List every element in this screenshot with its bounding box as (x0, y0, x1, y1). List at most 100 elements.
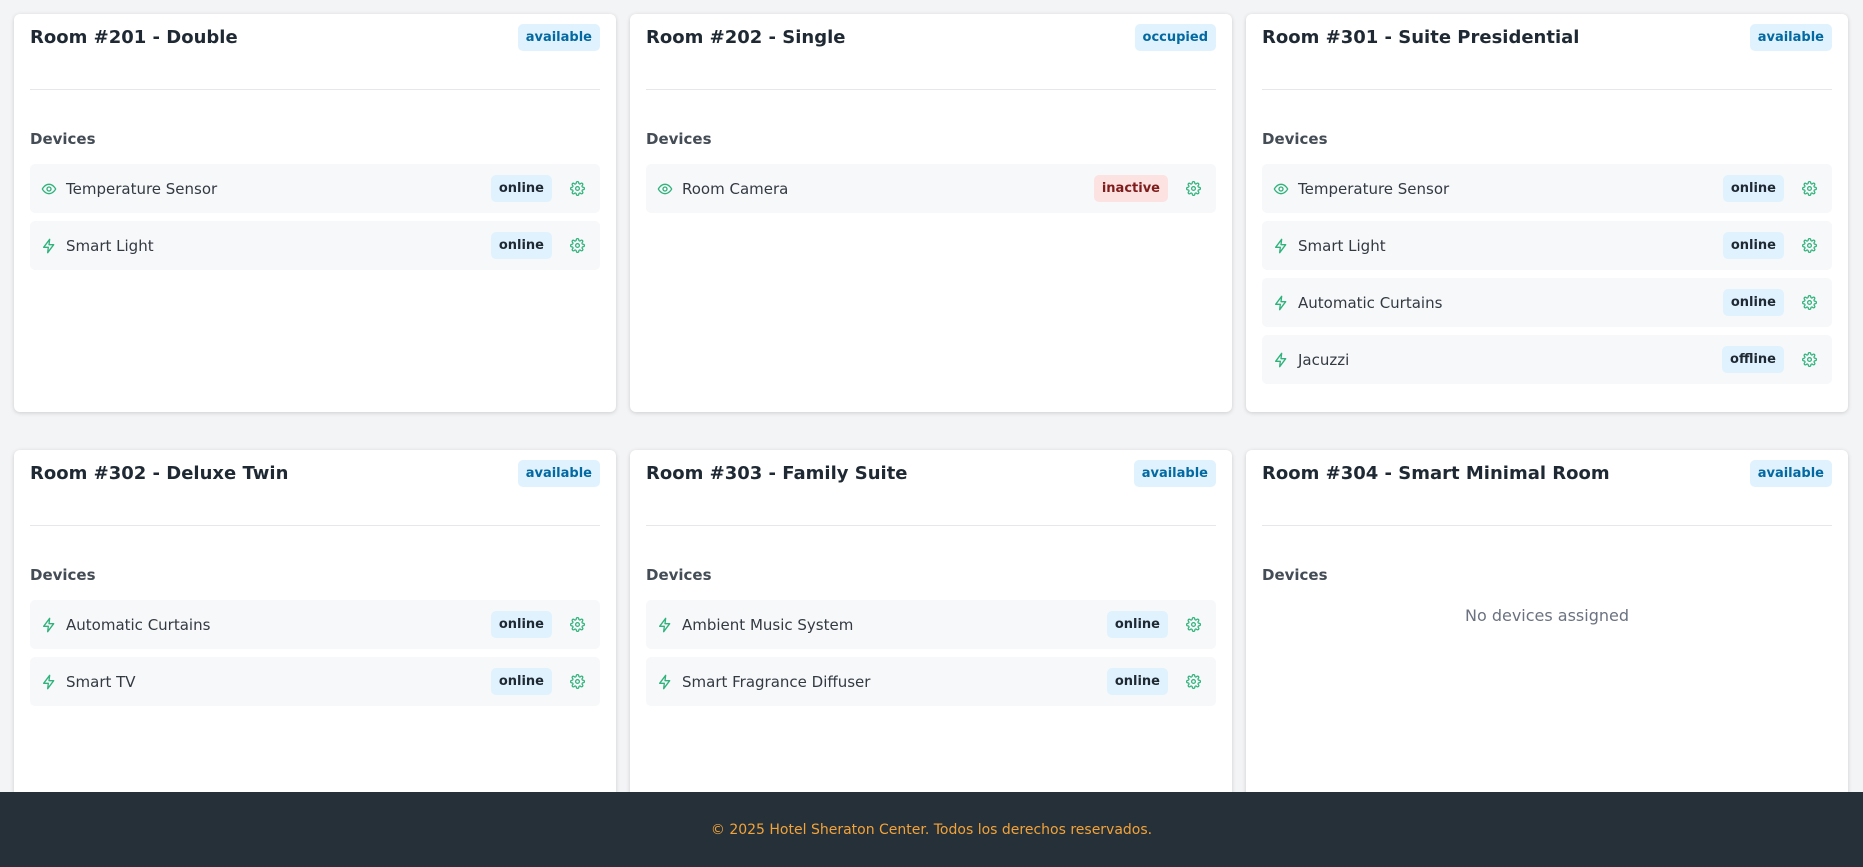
gear-icon (1801, 352, 1817, 367)
bolt-icon (1272, 351, 1290, 369)
device-name: Temperature Sensor (66, 179, 218, 198)
room-status-badge: available (1133, 460, 1216, 487)
bolt-icon (1272, 294, 1290, 312)
room-title: Room #201 - Double (30, 27, 238, 48)
device-status-badge: online (1722, 289, 1784, 316)
device-settings-button[interactable] (1800, 237, 1818, 255)
device-row: Temperature Sensor online (30, 164, 600, 213)
device-status-badge: online (1722, 232, 1784, 259)
device-status-badge: inactive (1093, 175, 1168, 202)
device-name: Automatic Curtains (1298, 293, 1443, 312)
device-row: Smart TV online (30, 657, 600, 706)
device-row: Smart Light online (30, 221, 600, 270)
room-title: Room #301 - Suite Presidential (1262, 27, 1580, 48)
bolt-icon (656, 616, 674, 634)
room-card: Room #304 - Smart Minimal Room available D… (1246, 450, 1848, 848)
eye-icon (656, 180, 674, 198)
device-settings-button[interactable] (568, 616, 586, 634)
gear-icon (569, 181, 585, 196)
bolt-icon (40, 237, 58, 255)
device-list: Automatic Curtains online Smart TV online (30, 600, 600, 706)
room-card-header: Room #304 - Smart Minimal Room available (1262, 450, 1832, 526)
device-settings-button[interactable] (568, 673, 586, 691)
device-status-badge: offline (1722, 346, 1784, 373)
room-status-badge: available (1749, 460, 1832, 487)
room-grid: Room #201 - Double available Devices Temper… (14, 14, 1848, 848)
device-row: Room Camera inactive (646, 164, 1216, 213)
devices-heading: Devices (1262, 566, 1328, 584)
devices-heading: Devices (30, 566, 96, 584)
device-status-badge: online (1106, 668, 1168, 695)
device-name: Smart TV (66, 672, 136, 691)
device-list: Temperature Sensor online Smart Light onlin… (30, 164, 600, 270)
device-status-badge: online (490, 611, 552, 638)
room-card: Room #202 - Single occupied Devices Room Ca… (630, 14, 1232, 412)
device-status-badge: online (1722, 175, 1784, 202)
device-name: Smart Light (1298, 236, 1386, 255)
bolt-icon (40, 673, 58, 691)
room-card-header: Room #201 - Double available (30, 14, 600, 90)
device-settings-button[interactable] (1800, 351, 1818, 369)
device-name: Smart Fragrance Diffuser (682, 672, 871, 691)
device-settings-button[interactable] (1800, 294, 1818, 312)
device-status-badge: online (490, 232, 552, 259)
device-name: Smart Light (66, 236, 154, 255)
device-row: Automatic Curtains online (30, 600, 600, 649)
devices-heading: Devices (646, 566, 712, 584)
room-card: Room #201 - Double available Devices Temper… (14, 14, 616, 412)
device-row: Jacuzzi offline (1262, 335, 1832, 384)
room-card-header: Room #303 - Family Suite available (646, 450, 1216, 526)
room-title: Room #302 - Deluxe Twin (30, 463, 289, 484)
device-row: Temperature Sensor online (1262, 164, 1832, 213)
gear-icon (1185, 181, 1201, 196)
device-settings-button[interactable] (1800, 180, 1818, 198)
device-settings-button[interactable] (568, 180, 586, 198)
device-status-badge: online (1106, 611, 1168, 638)
room-status-badge: available (1749, 24, 1832, 51)
bolt-icon (1272, 237, 1290, 255)
device-name: Room Camera (682, 179, 789, 198)
bolt-icon (40, 616, 58, 634)
bolt-icon (656, 673, 674, 691)
device-settings-button[interactable] (568, 237, 586, 255)
footer-copyright: © 2025 Hotel Sheraton Center. Todos los … (710, 821, 1153, 838)
eye-icon (1272, 180, 1290, 198)
device-list: Room Camera inactive (646, 164, 1216, 213)
room-title: Room #202 - Single (646, 27, 846, 48)
room-title: Room #303 - Family Suite (646, 463, 908, 484)
device-settings-button[interactable] (1184, 616, 1202, 634)
device-row: Smart Fragrance Diffuser online (646, 657, 1216, 706)
room-title: Room #304 - Smart Minimal Room (1262, 463, 1610, 484)
no-devices-message: No devices assigned (1464, 606, 1630, 625)
device-status-badge: online (490, 175, 552, 202)
room-card-header: Room #202 - Single occupied (646, 14, 1216, 90)
device-row: Ambient Music System online (646, 600, 1216, 649)
devices-heading: Devices (30, 130, 96, 148)
gear-icon (1801, 295, 1817, 310)
device-row: Automatic Curtains online (1262, 278, 1832, 327)
room-status-badge: available (517, 24, 600, 51)
device-row: Smart Light online (1262, 221, 1832, 270)
room-status-badge: occupied (1134, 24, 1216, 51)
devices-heading: Devices (1262, 130, 1328, 148)
device-list: Temperature Sensor online Smart Light onlin… (1262, 164, 1832, 384)
gear-icon (569, 238, 585, 253)
device-name: Temperature Sensor (1298, 179, 1450, 198)
gear-icon (1801, 181, 1817, 196)
gear-icon (1185, 674, 1201, 689)
gear-icon (569, 617, 585, 632)
room-card: Room #303 - Family Suite available Devices… (630, 450, 1232, 848)
device-name: Automatic Curtains (66, 615, 211, 634)
device-name: Ambient Music System (682, 615, 854, 634)
room-status-badge: available (517, 460, 600, 487)
device-name: Jacuzzi (1298, 350, 1350, 369)
devices-heading: Devices (646, 130, 712, 148)
device-list: Ambient Music System online Smart Fragranc… (646, 600, 1216, 706)
room-card-header: Room #301 - Suite Presidential available (1262, 14, 1832, 90)
device-settings-button[interactable] (1184, 180, 1202, 198)
device-status-badge: online (490, 668, 552, 695)
gear-icon (1185, 617, 1201, 632)
device-settings-button[interactable] (1184, 673, 1202, 691)
page: Room #201 - Double available Devices Temper… (0, 0, 1863, 867)
gear-icon (569, 674, 585, 689)
